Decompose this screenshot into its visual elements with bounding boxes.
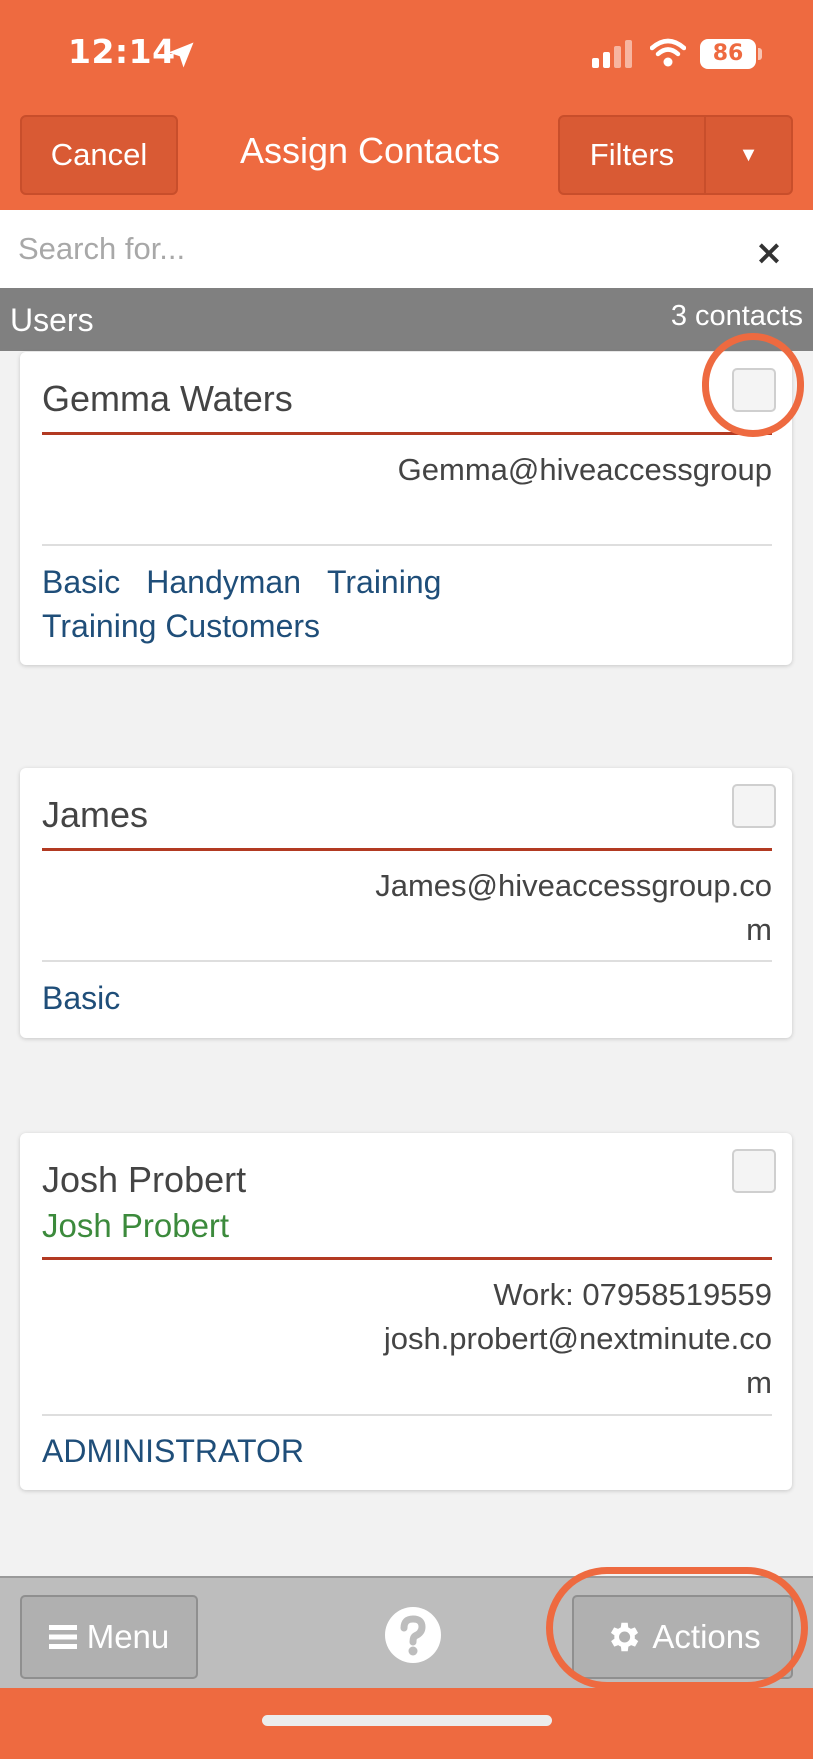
bottom-bar — [0, 1688, 813, 1759]
home-indicator[interactable] — [262, 1715, 552, 1726]
tag: Basic — [42, 564, 121, 600]
highlight-ring — [546, 1567, 808, 1689]
hamburger-icon — [48, 1625, 77, 1649]
battery-indicator: 86 — [700, 39, 756, 69]
contact-name: Josh Probert — [42, 1159, 247, 1200]
contact-card[interactable]: Josh Probert Josh Probert Work: 07958519… — [20, 1133, 792, 1490]
tag-list: Basic — [42, 976, 562, 1020]
header-bar: Cancel Assign Contacts Filters ▼ — [0, 110, 813, 210]
menu-label: Menu — [86, 1618, 170, 1655]
tag: Handyman — [146, 564, 301, 600]
contact-phone: Work: 07958519559 — [493, 1277, 772, 1312]
contact-email: josh.probert@nextminute.com — [383, 1321, 772, 1400]
contact-email: Gemma@hiveaccessgroup — [397, 452, 772, 487]
battery-tip — [758, 48, 762, 60]
help-icon[interactable] — [384, 1606, 442, 1664]
tag: Training — [327, 564, 442, 600]
location-arrow-icon — [168, 42, 194, 68]
contact-card[interactable]: Gemma Waters Gemma@hiveaccessgroup Basic… — [20, 352, 792, 665]
tag: Basic — [42, 980, 121, 1016]
detail-divider — [42, 960, 772, 962]
cancel-button[interactable]: Cancel — [20, 115, 178, 195]
menu-button[interactable]: Menu — [20, 1595, 198, 1679]
tag-list: ADMINISTRATOR — [42, 1429, 562, 1473]
tag: ADMINISTRATOR — [42, 1433, 304, 1469]
contact-count: 3 contacts — [670, 300, 803, 332]
tag-list: Basic Handyman TrainingTraining Customers — [42, 560, 562, 648]
name-divider — [42, 848, 772, 851]
detail-divider — [42, 544, 772, 546]
detail-divider — [42, 1414, 772, 1416]
status-time: 12:14 — [68, 32, 176, 71]
contact-checkbox[interactable] — [732, 784, 776, 828]
contact-checkbox[interactable] — [732, 1149, 776, 1193]
name-divider — [42, 432, 772, 435]
contact-email: James@hiveaccessgroup.com — [375, 868, 772, 947]
contact-card[interactable]: James James@hiveaccessgroup.com Basic — [20, 768, 792, 1038]
status-bar: 12:14 86 — [0, 0, 813, 110]
contact-name: James — [42, 794, 149, 835]
search-bar — [0, 210, 813, 288]
contact-name: Gemma Waters — [42, 378, 293, 419]
name-divider — [42, 1257, 772, 1260]
close-icon[interactable]: × — [752, 236, 786, 270]
contact-subname: Josh Probert — [42, 1207, 230, 1244]
section-title: Users — [10, 302, 94, 338]
section-header: Users 3 contacts — [0, 288, 813, 351]
tag: Training Customers — [42, 608, 321, 644]
signal-icon — [592, 40, 632, 68]
search-input[interactable] — [18, 222, 718, 276]
filters-button[interactable]: Filters — [558, 115, 706, 195]
wifi-icon — [650, 38, 686, 67]
page-title: Assign Contacts — [239, 130, 501, 171]
filters-dropdown-button[interactable]: ▼ — [704, 115, 793, 195]
highlight-ring — [702, 333, 804, 437]
chevron-down-icon: ▼ — [738, 143, 759, 166]
